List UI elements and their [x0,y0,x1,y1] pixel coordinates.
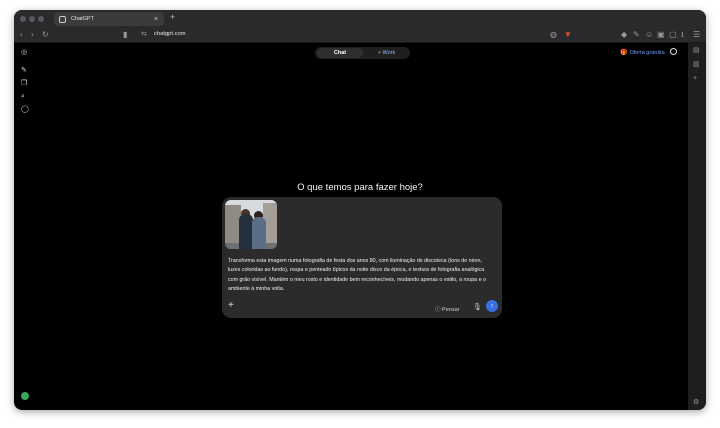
extension-pen-icon[interactable]: ✎ [633,30,640,40]
extension-square-icon[interactable]: ▣ [657,30,665,40]
address-bar[interactable]: chatgpt.com [154,31,186,37]
bookmark-icon[interactable]: ▮ [123,30,127,40]
sidebar-toggle-icon[interactable]: ▢ [669,30,677,40]
panel-icon[interactable]: ▤ [693,47,700,55]
tab-chat[interactable]: Chat [317,48,363,58]
shield-icon[interactable]: ◍ [550,30,557,40]
notes-icon[interactable]: ▥ [693,61,700,69]
close-window-dot[interactable] [20,16,26,22]
add-attachment-button[interactable]: + [228,301,234,311]
brave-shield-icon[interactable]: ▼ [564,30,572,40]
avatar[interactable] [21,392,29,400]
reload-icon[interactable]: ↻ [42,30,49,40]
zoom-window-dot[interactable] [38,16,44,22]
mode-switch: Chat + Work [315,47,410,59]
prompt-textarea[interactable]: Transforma esta imagem numa fotografia d… [228,257,494,294]
images-icon[interactable]: ❐ [21,80,27,88]
new-tab-button[interactable]: + [170,13,175,22]
new-chat-icon[interactable]: ✎ [21,67,27,75]
extension-diamond-icon[interactable]: ◆ [621,30,627,40]
browser-window: ChatGPT × + ‹ › ↻ ▮ ⇆ chatgpt.com ◍ ▼ ◆ … [14,10,706,410]
attached-photo-thumbnail[interactable] [225,200,277,249]
tab-title: ChatGPT [71,16,94,22]
chatgpt-sidebar: ◎ ✎ ❐ ⌕ ◯ [14,43,36,410]
github-icon[interactable] [670,48,677,55]
menu-icon[interactable]: ☰ [693,30,700,40]
free-offer-label: Oferta gratuita [629,50,665,56]
back-icon[interactable]: ‹ [20,30,23,40]
tab-work[interactable]: + Work [365,48,408,58]
think-label: Pensar [442,307,460,313]
search-icon[interactable]: ⌕ [21,93,25,101]
close-tab-icon[interactable]: × [154,16,158,23]
chatgpt-favicon-icon [59,15,66,23]
browser-tab-chatgpt[interactable]: ChatGPT × [54,12,164,26]
browser-right-panel: ▤ ▥ + ⚙ [688,43,706,410]
settings-gear-icon[interactable]: ⚙ [693,399,699,407]
tab-bar: ChatGPT × + [14,10,706,28]
think-button[interactable]: ⓘ Pensar [435,305,459,313]
library-icon[interactable]: ◯ [21,106,29,114]
page-title: O que temos para fazer hoje? [297,182,423,193]
forward-icon[interactable]: › [31,30,34,40]
think-icon: ⓘ [435,307,441,313]
free-offer-button[interactable]: 🎁 Oferta gratuita [620,49,665,56]
add-panel-icon[interactable]: + [693,75,697,83]
download-icon[interactable]: ⭳ [681,30,684,40]
prompt-composer: Transforma esta imagem numa fotografia d… [222,197,502,318]
site-settings-icon[interactable]: ⇆ [141,30,147,38]
microphone-icon[interactable]: 🎙 [473,303,482,311]
openai-logo-icon[interactable]: ◎ [21,49,27,57]
browser-toolbar: ‹ › ↻ ▮ ⇆ chatgpt.com ◍ ▼ ◆ ✎ ☺ ▣ ▢ ⭳ ☰ [14,28,706,43]
extension-face-icon[interactable]: ☺ [645,30,653,40]
send-button[interactable]: ↑ [486,300,498,312]
gift-icon: 🎁 [620,50,628,56]
minimize-window-dot[interactable] [29,16,35,22]
